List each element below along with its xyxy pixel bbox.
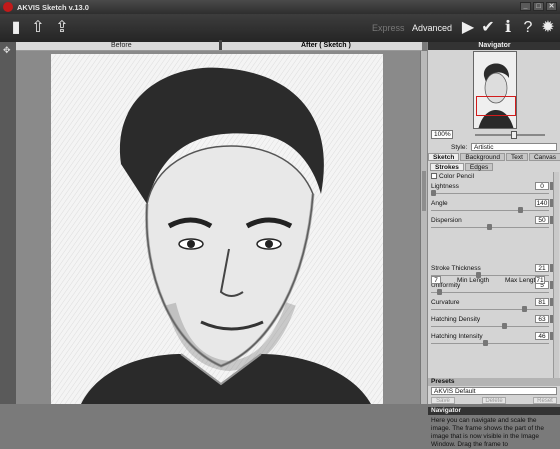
param-hatching-intensity: Hatching Intensity 46: [431, 332, 556, 347]
min-length-label: Min Length: [457, 277, 490, 284]
open-image-icon[interactable]: ▮: [6, 18, 26, 38]
navigator-title: Navigator: [428, 42, 560, 50]
param-dispersion: Dispersion 50: [431, 216, 556, 231]
settings-panel: Navigator 100% Style: Artistic Sketch Ba…: [427, 42, 560, 448]
param-label: Hatching Intensity: [431, 333, 483, 340]
preset-select[interactable]: AKVIS Default: [431, 387, 557, 395]
tab-text[interactable]: Text: [506, 153, 528, 161]
param-slider-track[interactable]: [431, 210, 549, 211]
max-length-field[interactable]: 71: [535, 276, 545, 284]
color-pencil-checkbox[interactable]: [431, 173, 437, 179]
param-hatching-density: Hatching Density 63: [431, 315, 556, 330]
scrollbar-thumb[interactable]: [422, 171, 426, 211]
settings-scrollbar[interactable]: [553, 172, 559, 378]
window-controls: _ □ ✕: [520, 2, 557, 11]
param-slider-track[interactable]: [431, 193, 549, 194]
tab-strokes[interactable]: Strokes: [430, 163, 464, 171]
param-slider-track[interactable]: [431, 309, 549, 310]
delete-preset-button[interactable]: Delete: [482, 397, 506, 404]
style-select[interactable]: Artistic: [471, 143, 557, 151]
param-label: Curvature: [431, 299, 460, 306]
param-slider-track[interactable]: [431, 326, 549, 327]
param-value-field[interactable]: 140: [535, 199, 549, 207]
zoom-slider[interactable]: [475, 134, 545, 136]
maximize-button[interactable]: □: [533, 2, 544, 11]
save-image-icon[interactable]: ⇧: [28, 18, 48, 38]
tools-strip: ✥: [0, 42, 16, 404]
min-length-field[interactable]: 7: [431, 276, 441, 284]
presets-header: Presets: [428, 378, 560, 386]
style-label: Style:: [451, 144, 468, 151]
color-pencil-option[interactable]: Color Pencil: [431, 173, 474, 180]
portrait-sketch-icon: [51, 54, 383, 404]
hand-tool-icon[interactable]: ✥: [3, 45, 13, 55]
style-row: Style: Artistic: [431, 143, 559, 152]
app-logo-icon: [3, 2, 13, 12]
param-slider-track[interactable]: [431, 275, 549, 276]
param-value-field[interactable]: 0: [535, 182, 549, 190]
image-window[interactable]: [16, 51, 422, 404]
param-value-field[interactable]: 81: [535, 298, 549, 306]
param-angle: Angle 140: [431, 199, 556, 214]
tab-background[interactable]: Background: [460, 153, 506, 161]
window-title: AKVIS Sketch v.13.0: [17, 2, 89, 12]
tab-after[interactable]: After ( Sketch ): [301, 42, 351, 49]
vertical-scrollbar[interactable]: [420, 51, 427, 404]
param-slider-handle[interactable]: [521, 306, 527, 312]
sketch-result-image: [51, 54, 383, 404]
minimize-button[interactable]: _: [520, 2, 531, 11]
tab-edges[interactable]: Edges: [464, 163, 494, 171]
param-slider-handle[interactable]: [501, 323, 507, 329]
param-label: Lightness: [431, 183, 459, 190]
zoom-field[interactable]: 100%: [431, 130, 453, 139]
navigator-preview-icon: [474, 52, 516, 128]
tab-sketch[interactable]: Sketch: [428, 153, 460, 161]
close-button[interactable]: ✕: [546, 2, 557, 11]
param-slider-handle[interactable]: [518, 207, 524, 213]
sketch-subtabs: Strokes Edges: [430, 163, 560, 171]
tab-before[interactable]: Before: [111, 42, 132, 49]
param-value-field[interactable]: 63: [535, 315, 549, 323]
save-preset-button[interactable]: Save: [431, 397, 455, 404]
param-lightness: Lightness 0: [431, 182, 556, 197]
zoom-row: 100%: [431, 130, 559, 140]
help-icon[interactable]: ?: [518, 18, 538, 38]
param-label: Stroke Thickness: [431, 265, 481, 272]
color-pencil-label: Color Pencil: [439, 173, 475, 180]
toolbar: ▮ ⇧ ⇪ Express Advanced ▶ ✔ ℹ ? ✹: [0, 14, 560, 42]
param-slider-track[interactable]: [431, 343, 549, 344]
settings-icon[interactable]: ✹: [538, 18, 558, 38]
param-label: Hatching Density: [431, 316, 481, 323]
param-label: Angle: [431, 200, 448, 207]
param-slider-track[interactable]: [431, 292, 549, 293]
stroke-length-row: 7 Min Length Max Length 71: [431, 276, 557, 291]
share-image-icon[interactable]: ⇪: [52, 18, 72, 38]
param-value-field[interactable]: 50: [535, 216, 549, 224]
param-slider-handle[interactable]: [487, 224, 492, 230]
help-text: Here you can navigate and scale the imag…: [431, 417, 544, 448]
zoom-slider-handle[interactable]: [511, 131, 517, 139]
param-curvature: Curvature 81: [431, 298, 556, 313]
param-value-field[interactable]: 21: [535, 264, 549, 272]
view-tabs: Before After ( Sketch ): [16, 40, 422, 51]
param-value-field[interactable]: 46: [535, 332, 549, 340]
title-bar: AKVIS Sketch v.13.0 _ □ ✕: [0, 0, 560, 14]
before-after-divider[interactable]: [219, 40, 222, 50]
navigator-frame[interactable]: [476, 96, 516, 116]
help-title: Navigator: [428, 407, 560, 415]
navigator-thumbnail[interactable]: [473, 51, 517, 129]
apply-icon[interactable]: ✔: [478, 18, 498, 38]
express-mode-tab[interactable]: Express: [372, 23, 405, 33]
tab-canvas[interactable]: Canvas: [528, 153, 560, 161]
settings-tabs: Sketch Background Text Canvas: [428, 153, 560, 161]
param-label: Dispersion: [431, 217, 462, 224]
param-slider-handle[interactable]: [431, 190, 436, 196]
param-slider-handle[interactable]: [482, 340, 488, 346]
max-length-label: Max Length: [505, 277, 539, 284]
run-icon[interactable]: ▶: [458, 18, 478, 38]
advanced-mode-tab[interactable]: Advanced: [412, 23, 452, 33]
info-icon[interactable]: ℹ: [498, 18, 518, 38]
reset-preset-button[interactable]: Reset: [533, 397, 557, 404]
